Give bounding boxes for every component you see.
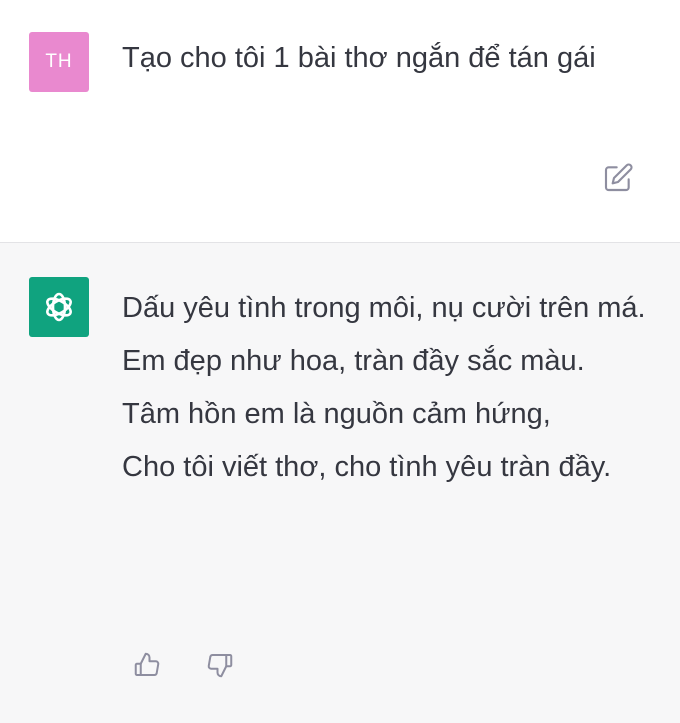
assistant-message-text: Dấu yêu tình trong môi, nụ cười trên má.… xyxy=(122,282,652,494)
edit-icon[interactable] xyxy=(602,162,634,194)
user-avatar: TH xyxy=(29,32,89,92)
poem-line: Dấu yêu tình trong môi, nụ cười trên má. xyxy=(122,292,646,324)
openai-logo-icon xyxy=(46,292,72,322)
assistant-avatar xyxy=(29,277,89,337)
user-avatar-initials: TH xyxy=(45,51,73,72)
poem-line: Cho tôi viết thơ, cho tình yêu tràn đầy. xyxy=(122,451,612,483)
user-message-text: Tạo cho tôi 1 bài thơ ngắn để tán gái xyxy=(122,42,596,74)
user-message-row: TH Tạo cho tôi 1 bài thơ ngắn để tán gái xyxy=(0,0,680,242)
poem-line: Tâm hồn em là nguồn cảm hứng, xyxy=(122,398,551,430)
thumbs-down-icon[interactable] xyxy=(205,650,235,680)
thumbs-up-icon[interactable] xyxy=(132,650,162,680)
poem-line: Em đẹp như hoa, tràn đầy sắc màu. xyxy=(122,345,585,377)
